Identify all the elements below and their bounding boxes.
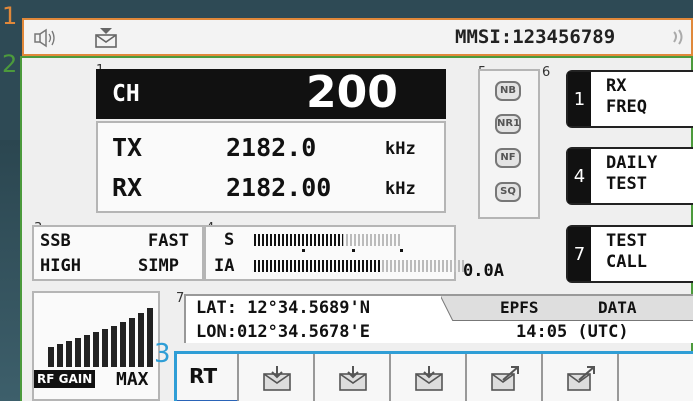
nr1-button[interactable]: NR1 [495, 114, 521, 134]
softkey-label: DAILY TEST [606, 153, 658, 194]
envelope-down-icon [415, 366, 443, 391]
modulation-mode: SSB [40, 231, 71, 251]
channel-value: 200 [306, 67, 398, 118]
tab-outbox-2[interactable] [543, 354, 619, 401]
longitude: LON:012°34.5678'E [196, 322, 370, 342]
ia-meter-value: 0.0A [463, 261, 504, 281]
softkey-number: 1 [568, 72, 591, 126]
softkey-daily-test[interactable]: 4 DAILY TEST [566, 147, 693, 205]
tx-frequency: 2182.0 [226, 133, 317, 162]
epfs-tab-shape [441, 296, 693, 321]
epfs-label: EPFS [500, 298, 539, 317]
agc-mode: FAST [148, 231, 189, 251]
speaker-icon [34, 28, 55, 48]
tab-outbox-1[interactable] [467, 354, 543, 401]
main-display: 1 CH 200 2 TX 2182.0 kHz RX 2182.00 kHz … [20, 56, 693, 401]
meter-tick [400, 249, 403, 252]
ia-meter-label: IA [214, 256, 235, 276]
tab-inbox-3[interactable] [391, 354, 467, 401]
rf-gain-graph [48, 308, 153, 367]
callout-status-bar: 1 [2, 2, 18, 30]
ia-meter-bar [254, 260, 464, 272]
rf-gain-panel[interactable]: RF GAIN MAX [32, 291, 160, 401]
section-label-6: 6 [542, 65, 551, 80]
nf-button[interactable]: NF [495, 148, 521, 168]
rf-gain-value: MAX [116, 369, 149, 390]
softkey-test-call[interactable]: 7 TEST CALL [566, 225, 693, 283]
tab-inbox-1[interactable] [239, 354, 315, 401]
power-mode: HIGH [40, 256, 81, 276]
mail-received-icon [95, 28, 117, 48]
duplex-mode: SIMP [138, 256, 179, 276]
tab-inbox-2[interactable] [315, 354, 391, 401]
s-meter-bar [254, 234, 402, 246]
meter-panel: S IA [204, 225, 464, 281]
latitude: LAT: 12°34.5689'N [196, 298, 370, 318]
signal-icon [673, 29, 683, 45]
s-meter-label: S [224, 230, 235, 250]
callout-main-area: 2 [2, 50, 18, 78]
meter-tick [302, 249, 305, 252]
softkey-label: TEST CALL [606, 231, 647, 272]
mode-panel[interactable]: SSB FAST HIGH SIMP [32, 225, 204, 281]
rx-frequency: 2182.00 [226, 173, 332, 202]
channel-label: CH [112, 81, 140, 107]
ia-meter-fill [254, 260, 380, 272]
softkey-label: RX FREQ [606, 76, 647, 117]
rx-label: RX [112, 173, 143, 202]
envelope-up-icon [567, 366, 595, 391]
tab-rt[interactable]: RT [177, 354, 239, 401]
s-meter-fill [254, 234, 343, 246]
callout-tab-bar: 3 [154, 339, 171, 369]
frequency-panel[interactable]: TX 2182.0 kHz RX 2182.00 kHz [96, 121, 446, 213]
tx-label: TX [112, 133, 143, 162]
softkey-number: 7 [568, 227, 591, 281]
tab-rt-label: RT [189, 364, 218, 388]
channel-display[interactable]: CH 200 [96, 67, 446, 119]
rx-unit: kHz [385, 179, 416, 199]
sq-button[interactable]: SQ [495, 182, 521, 202]
softkey-number: 4 [568, 149, 591, 203]
tab-bar: RT [174, 351, 693, 401]
mmsi-label: MMSI:123456789 [455, 26, 616, 48]
utc-time: 14:05 (UTC) [516, 322, 629, 342]
position-panel: LAT: 12°34.5689'N LON:012°34.5678'E EPFS… [184, 294, 693, 343]
nb-button[interactable]: NB [495, 81, 521, 101]
softkey-rx-freq[interactable]: 1 RX FREQ [566, 70, 693, 128]
meter-tick [352, 249, 355, 252]
envelope-up-icon [491, 366, 519, 391]
envelope-down-icon [339, 366, 367, 391]
epfs-data-label: DATA [598, 298, 637, 317]
rf-gain-label: RF GAIN [34, 370, 96, 388]
envelope-down-icon [263, 366, 291, 391]
status-bar: MMSI:123456789 [22, 18, 693, 56]
tx-unit: kHz [385, 139, 416, 159]
